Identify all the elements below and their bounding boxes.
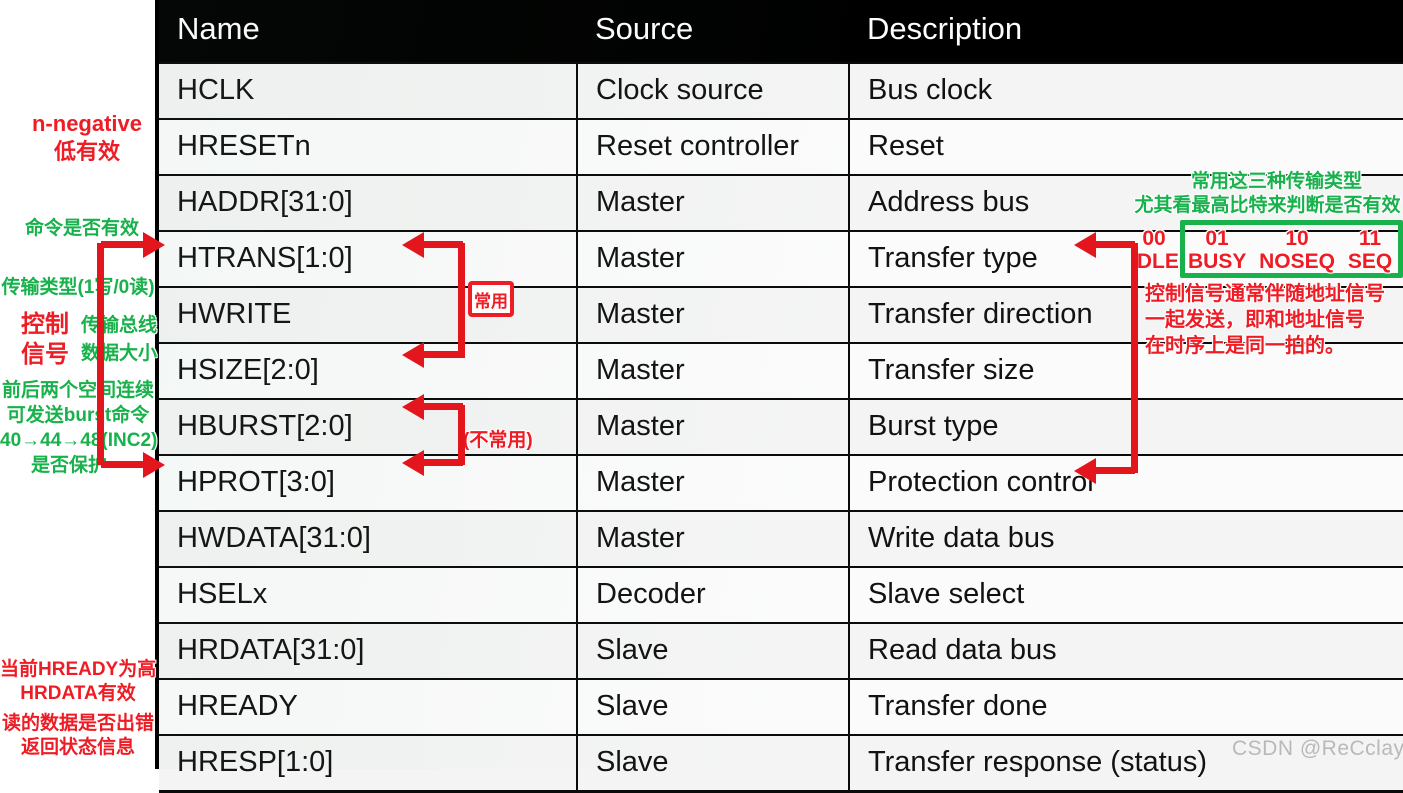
column-header-description: Description [849, 0, 1403, 63]
annotation-hready-note-line2: HRDATA有效 [20, 683, 136, 704]
trans-type-name-seq: SEQ [1347, 250, 1393, 273]
annotation-hsize-note-line2: 数据大小 [80, 343, 157, 364]
mid-arrow-to-htrans [402, 232, 424, 258]
cell-signal-name: HCLK [159, 62, 578, 120]
mid-arrow-to-hburst [402, 394, 424, 420]
cell-signal-description: Bus clock [849, 62, 1403, 120]
left-bracket-bottom-stub [101, 461, 145, 468]
cell-signal-name: HRESP[1:0] [159, 734, 578, 793]
table-row: HWDATA[31:0] Master Write data bus [159, 510, 1403, 568]
cell-signal-name: HSIZE[2:0] [159, 342, 578, 400]
column-header-name: Name [159, 0, 577, 63]
cell-signal-source: Clock source [577, 62, 850, 120]
table-row: HRESETn Reset controller Reset [159, 118, 1403, 176]
trans-type-code-10: 10 [1285, 227, 1309, 250]
annotation-hresp-note-line2: 返回状态信息 [20, 737, 135, 758]
table-row: HCLK Clock source Bus clock [159, 62, 1403, 120]
right-bracket-bottom-stub [1095, 467, 1135, 474]
mid-bracket-trunk-bottom [458, 405, 465, 465]
cell-signal-source: Slave [577, 734, 850, 793]
right-arrow-to-protection-control [1074, 458, 1096, 484]
annotation-hresp-note-line1: 读的数据是否出错 [1, 713, 154, 734]
annotation-hwrite-note: 传输类型(1写/0读) [1, 277, 155, 298]
cell-signal-source: Master [577, 174, 850, 232]
signal-table-container: Name Source Description HCLK Clock source… [155, 0, 1403, 793]
annotation-n-negative-title: n-negative [31, 111, 143, 136]
annotation-hburst-note-line1: 前后两个空间连续 [1, 380, 154, 401]
annotation-ctrl-note-line3: 在时序上是同一拍的。 [1145, 335, 1345, 357]
cell-signal-name: HWDATA[31:0] [159, 510, 578, 568]
annotation-hready-note-line1: 当前HREADY为高 [0, 659, 157, 680]
cell-signal-source: Master [577, 510, 850, 568]
ahb-signal-table: Name Source Description HCLK Clock source… [159, 0, 1403, 793]
mid-bracket-hsize-stub [423, 351, 463, 358]
left-bracket-arrow-to-htrans [143, 232, 165, 258]
cell-signal-source: Master [577, 398, 850, 456]
cell-signal-description: Transfer done [849, 678, 1403, 736]
trans-type-code-11: 11 [1358, 227, 1382, 250]
cell-signal-description: Reset [849, 118, 1403, 176]
mid-bracket-hprot-stub [423, 459, 463, 466]
cell-signal-source: Master [577, 342, 850, 400]
cell-signal-name: HRDATA[31:0] [159, 622, 578, 680]
annotation-htrans-note: 命令是否有效 [24, 218, 139, 239]
trans-type-name-noseq: NOSEQ [1259, 250, 1335, 273]
table-row: HBURST[2:0] Master Burst type [159, 398, 1403, 456]
table-row: HPROT[3:0] Master Protection control [159, 454, 1403, 512]
badge-common: 常用 [468, 281, 514, 317]
mid-arrow-to-hprot-2 [402, 450, 424, 476]
table-row: HRDATA[31:0] Slave Read data bus [159, 622, 1403, 680]
table-row: HREADY Slave Transfer done [159, 678, 1403, 736]
right-arrow-to-transfer-type [1074, 232, 1096, 258]
annotation-control-line2: 信号 [21, 341, 69, 368]
mid-bracket-trunk-top [458, 243, 465, 358]
cell-signal-description: Write data bus [849, 510, 1403, 568]
badge-uncommon: (不常用) [463, 430, 533, 451]
annotation-ctrl-note-line1: 控制信号通常伴随地址信号 [1145, 283, 1385, 305]
annotation-trans-note-line1: 常用这三种传输类型 [1190, 171, 1362, 192]
table-header: Name Source Description [159, 0, 1403, 63]
cell-signal-name: HADDR[31:0] [159, 174, 578, 232]
annotation-hsize-note-line1: 传输总线 [80, 315, 157, 336]
cell-signal-name: HSELx [159, 566, 578, 624]
csdn-watermark: CSDN @ReCclay [1232, 737, 1403, 760]
cell-signal-source: Slave [577, 622, 850, 680]
mid-arrow-to-hsize [402, 342, 424, 368]
trans-type-name-busy: BUSY [1188, 250, 1247, 273]
right-bracket-top-stub [1095, 241, 1135, 248]
annotation-hburst-note-line2: 可发送burst命令 [6, 405, 150, 426]
cell-signal-name: HWRITE [159, 286, 578, 344]
table-header-row: Name Source Description [159, 0, 1403, 63]
cell-signal-name: HPROT[3:0] [159, 454, 578, 512]
cell-signal-name: HTRANS[1:0] [159, 230, 578, 288]
mid-bracket-hburst-stub [423, 403, 463, 410]
annotation-control-line1: 控制 [21, 311, 69, 338]
cell-signal-description: Protection control [849, 454, 1403, 512]
cell-signal-name: HREADY [159, 678, 578, 736]
left-bracket-top-stub [101, 241, 145, 248]
cell-signal-source: Decoder [577, 566, 850, 624]
trans-type-code-01: 01 [1205, 227, 1229, 250]
cell-signal-source: Master [577, 286, 850, 344]
table-row: HSELx Decoder Slave select [159, 566, 1403, 624]
annotation-hburst-note-line3: 40→44→48(INC2) [0, 430, 158, 451]
cell-signal-name: HRESETn [159, 118, 578, 176]
cell-signal-source: Reset controller [577, 118, 850, 176]
cell-signal-source: Master [577, 230, 850, 288]
column-header-source: Source [577, 0, 849, 63]
cell-signal-description: Slave select [849, 566, 1403, 624]
cell-signal-description: Burst type [849, 398, 1403, 456]
cell-signal-source: Slave [577, 678, 850, 736]
annotation-ctrl-note-line2: 一起发送，即和地址信号 [1145, 309, 1365, 331]
annotation-trans-note-line2: 尤其看最高比特来判断是否有效 [1134, 195, 1401, 216]
right-bracket-trunk [1131, 243, 1138, 473]
table-row: HRESP[1:0] Slave Transfer response (status… [159, 734, 1403, 793]
cell-signal-source: Master [577, 454, 850, 512]
mid-bracket-htrans-stub [423, 241, 463, 248]
left-bracket-trunk [97, 243, 104, 465]
cell-signal-description: Read data bus [849, 622, 1403, 680]
page-root: Name Source Description HCLK Clock source… [0, 0, 1403, 793]
annotation-n-negative-sub: 低有效 [53, 139, 120, 164]
left-bracket-arrow-to-hprot [143, 452, 165, 478]
